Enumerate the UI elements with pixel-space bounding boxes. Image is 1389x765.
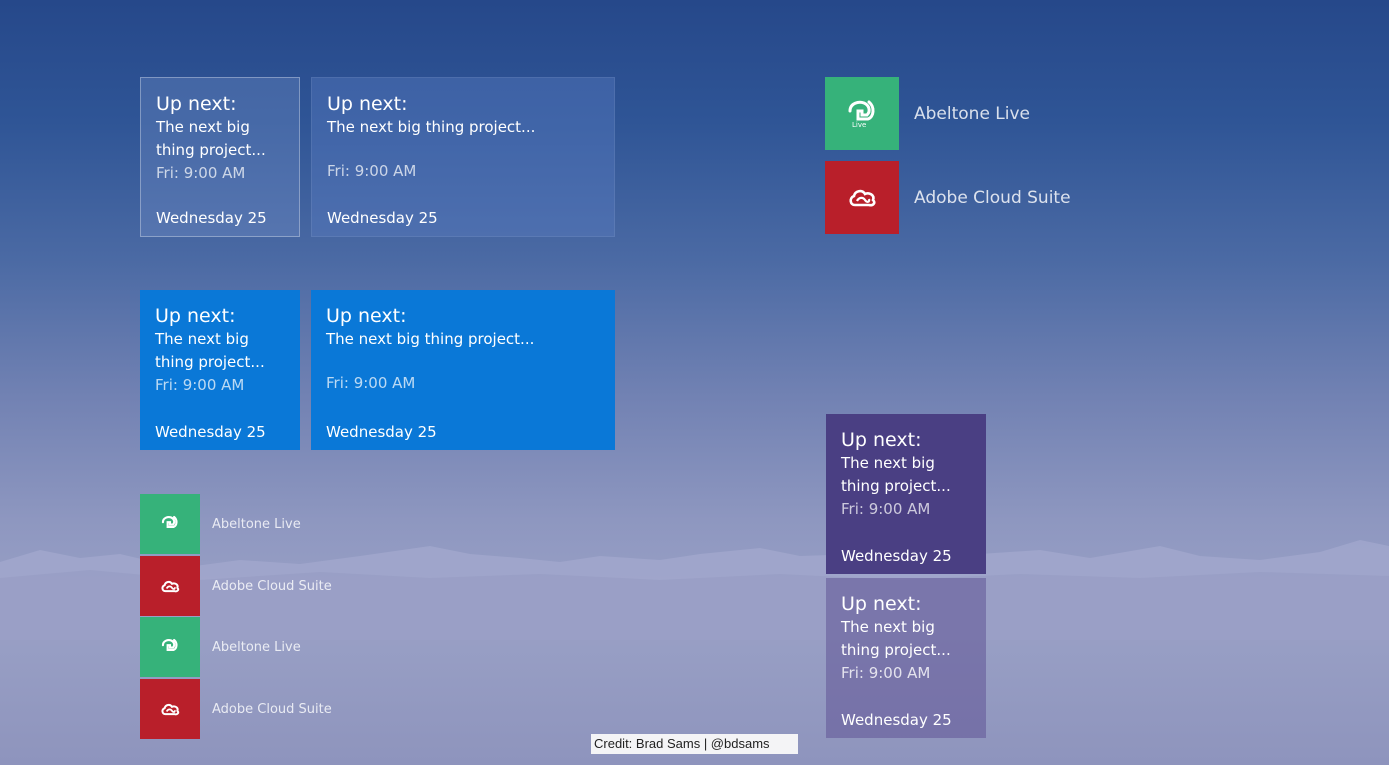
creative-cloud-icon[interactable] xyxy=(140,556,200,616)
tile-event-time: Fri: 9:00 AM xyxy=(156,164,246,182)
calendar-tile-small-purple-translucent[interactable]: Up next: The next big thing project... F… xyxy=(826,578,986,738)
tile-event-time: Fri: 9:00 AM xyxy=(326,374,416,392)
app-entry-ableton-small[interactable]: Abeltone Live xyxy=(140,617,301,677)
tile-event-title: The next big thing project... xyxy=(327,118,536,136)
tile-event-time: Fri: 9:00 AM xyxy=(155,376,245,394)
creative-cloud-icon[interactable] xyxy=(825,161,899,234)
calendar-tile-small-purple[interactable]: Up next: The next big thing project... F… xyxy=(826,414,986,574)
calendar-tile-wide-translucent[interactable]: Up next: The next big thing project... F… xyxy=(311,77,615,237)
app-name: Adobe Cloud Suite xyxy=(212,701,332,717)
ableton-live-icon[interactable]: Live xyxy=(825,77,899,150)
calendar-tile-wide-blue[interactable]: Up next: The next big thing project... F… xyxy=(311,290,615,450)
tile-event-title: The next big xyxy=(156,118,250,136)
tile-event-time: Fri: 9:00 AM xyxy=(841,664,931,682)
tile-event-title-cont: thing project... xyxy=(155,353,265,371)
calendar-tile-small-translucent[interactable]: Up next: The next big thing project... F… xyxy=(140,77,300,237)
tile-event-time: Fri: 9:00 AM xyxy=(327,162,417,180)
app-name: Adobe Cloud Suite xyxy=(914,187,1071,208)
app-entry-ableton-large[interactable]: Live Abeltone Live xyxy=(825,77,1030,150)
credit-caption: Credit: Brad Sams | @bdsams xyxy=(591,734,798,754)
creative-cloud-icon[interactable] xyxy=(140,679,200,739)
tile-date: Wednesday 25 xyxy=(155,423,266,441)
tile-event-title: The next big xyxy=(841,618,935,636)
app-name: Adobe Cloud Suite xyxy=(212,578,332,594)
tile-heading: Up next: xyxy=(841,593,922,615)
tile-event-time: Fri: 9:00 AM xyxy=(841,500,931,518)
ableton-icon-text: Live xyxy=(852,121,866,129)
tile-event-title-cont: thing project... xyxy=(841,641,951,659)
tile-heading: Up next: xyxy=(841,429,922,451)
tile-date: Wednesday 25 xyxy=(326,423,437,441)
ableton-live-icon[interactable] xyxy=(140,617,200,677)
tile-event-title: The next big thing project... xyxy=(326,330,535,348)
app-entry-adobe-small[interactable]: Adobe Cloud Suite xyxy=(140,679,332,739)
app-entry-adobe-small[interactable]: Adobe Cloud Suite xyxy=(140,556,332,616)
tile-event-title: The next big xyxy=(155,330,249,348)
tile-heading: Up next: xyxy=(155,305,236,327)
calendar-tile-small-blue[interactable]: Up next: The next big thing project... F… xyxy=(140,290,300,450)
tile-date: Wednesday 25 xyxy=(841,547,952,565)
tile-heading: Up next: xyxy=(327,93,408,115)
tile-event-title-cont: thing project... xyxy=(156,141,266,159)
tile-date: Wednesday 25 xyxy=(327,209,438,227)
tile-heading: Up next: xyxy=(326,305,407,327)
tile-date: Wednesday 25 xyxy=(841,711,952,729)
tile-event-title-cont: thing project... xyxy=(841,477,951,495)
tile-event-title: The next big xyxy=(841,454,935,472)
app-name: Abeltone Live xyxy=(212,639,301,655)
tile-date: Wednesday 25 xyxy=(156,209,267,227)
app-name: Abeltone Live xyxy=(914,103,1031,124)
app-entry-adobe-large[interactable]: Adobe Cloud Suite xyxy=(825,161,1071,234)
app-entry-ableton-small[interactable]: Abeltone Live xyxy=(140,494,301,554)
ableton-live-icon[interactable] xyxy=(140,494,200,554)
tile-heading: Up next: xyxy=(156,93,237,115)
app-name: Abeltone Live xyxy=(212,516,301,532)
